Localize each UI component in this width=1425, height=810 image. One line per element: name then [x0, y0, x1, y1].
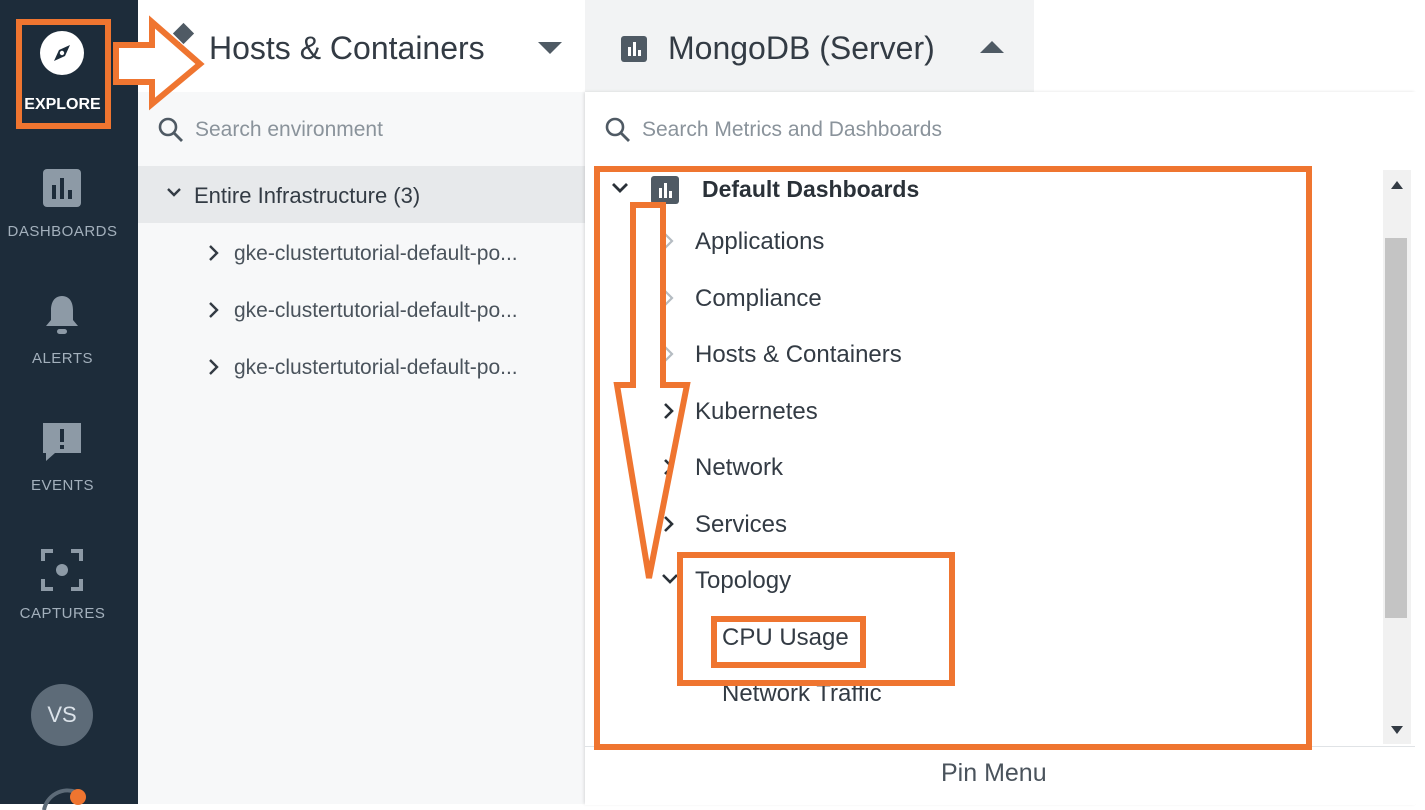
- scope-tab[interactable]: Hosts & Containers: [138, 0, 585, 92]
- menu-item-label: Topology: [695, 567, 792, 594]
- dashboard-chart-icon: [651, 176, 679, 204]
- tree-root-item[interactable]: Entire Infrastructure (3): [138, 166, 585, 223]
- chevron-right-icon[interactable]: [661, 402, 677, 420]
- dashboard-tab-label: MongoDB (Server): [668, 30, 935, 66]
- chevron-right-icon[interactable]: [661, 289, 677, 307]
- chevron-right-icon[interactable]: [661, 232, 677, 250]
- sub-item-label: Network Traffic: [722, 680, 882, 707]
- compass-icon: [40, 31, 84, 75]
- exclamation-message-icon: [43, 423, 81, 461]
- menu-item-services[interactable]: Services: [585, 499, 1285, 555]
- menu-item-applications[interactable]: Applications: [585, 216, 1285, 272]
- menu-item-hosts-containers[interactable]: Hosts & Containers: [585, 329, 1285, 385]
- tree-node[interactable]: gke-clustertutorial-default-po...: [138, 226, 585, 282]
- nav-item-events[interactable]: EVENTS: [0, 419, 138, 529]
- nav-label-events: EVENTS: [30, 477, 94, 494]
- nav-label-alerts: ALERTS: [31, 350, 94, 367]
- tree-node-label: gke-clustertutorial-default-po...: [234, 356, 518, 379]
- scrollbar-thumb[interactable]: [1385, 238, 1407, 618]
- nav-item-dashboards[interactable]: DASHBOARDS: [0, 165, 138, 275]
- chevron-down-icon[interactable]: [166, 184, 182, 200]
- nav-item-captures[interactable]: CAPTURES: [0, 547, 138, 657]
- search-icon: [158, 117, 183, 142]
- menu-item-label: Applications: [695, 228, 825, 255]
- search-icon: [605, 117, 630, 142]
- dashboard-menu-panel: Default Dashboards Applications Complian…: [585, 92, 1415, 805]
- nav-label-dashboards: DASHBOARDS: [7, 223, 118, 240]
- scope-tab-label: Hosts & Containers: [209, 30, 485, 66]
- tree-node[interactable]: gke-clustertutorial-default-po...: [138, 340, 585, 396]
- chevron-down-icon[interactable]: [611, 180, 629, 196]
- environment-tree-panel: Entire Infrastructure (3) gke-clustertut…: [138, 92, 585, 804]
- chevron-right-icon[interactable]: [661, 345, 677, 363]
- group-label: Default Dashboards: [702, 176, 920, 202]
- chevron-right-icon[interactable]: [206, 244, 222, 262]
- tree-node-label: gke-clustertutorial-default-po...: [234, 299, 518, 322]
- chevron-down-icon[interactable]: [661, 571, 679, 587]
- menu-item-label: Services: [695, 511, 788, 538]
- sub-item-network-traffic[interactable]: Network Traffic: [585, 668, 1285, 724]
- nav-item-alerts[interactable]: ALERTS: [0, 292, 138, 402]
- pin-menu-button[interactable]: Pin Menu: [585, 746, 1415, 805]
- scrollbar[interactable]: [1383, 170, 1411, 744]
- metrics-search-input[interactable]: [640, 112, 1364, 148]
- menu-item-label: Hosts & Containers: [695, 341, 902, 368]
- nav-label-captures: CAPTURES: [19, 605, 106, 622]
- chevron-right-icon[interactable]: [206, 301, 222, 319]
- menu-item-topology[interactable]: Topology: [585, 555, 1285, 611]
- panel-edge: [1415, 92, 1425, 804]
- menu-item-label: Compliance: [695, 285, 822, 312]
- caret-up-icon[interactable]: [980, 40, 1004, 54]
- tree-root-label: Entire Infrastructure (3): [194, 183, 421, 208]
- caret-down-icon[interactable]: [538, 42, 562, 56]
- notification-icon[interactable]: [40, 780, 90, 810]
- tree-node-label: gke-clustertutorial-default-po...: [234, 242, 518, 265]
- avatar[interactable]: VS: [31, 684, 93, 746]
- nav-rail: EXPLORE DASHBOARDS ALERTS EVENTS CAPTURE…: [0, 0, 138, 810]
- dashboard-chart-icon: [621, 36, 647, 62]
- chevron-right-icon[interactable]: [661, 515, 677, 533]
- nav-item-explore[interactable]: EXPLORE: [0, 30, 138, 140]
- dashboard-tab[interactable]: MongoDB (Server): [585, 0, 1034, 92]
- environment-search: [138, 92, 585, 166]
- menu-item-network[interactable]: Network: [585, 442, 1285, 498]
- cubes-icon: [160, 22, 195, 64]
- environment-search-input[interactable]: [193, 112, 567, 148]
- nav-label-explore: EXPLORE: [24, 96, 101, 113]
- bell-icon: [46, 296, 78, 334]
- menu-item-compliance[interactable]: Compliance: [585, 273, 1285, 329]
- menu-item-label: Kubernetes: [695, 398, 818, 425]
- scroll-down-arrow-icon[interactable]: [1391, 725, 1403, 735]
- sub-item-cpu-usage[interactable]: CPU Usage: [585, 612, 1285, 668]
- pin-menu-label: Pin Menu: [941, 759, 1047, 787]
- chevron-right-icon[interactable]: [206, 358, 222, 376]
- capture-frame-icon: [41, 549, 83, 591]
- metrics-search: [585, 92, 1415, 166]
- sub-item-label: CPU Usage: [722, 624, 849, 651]
- bar-chart-icon: [43, 169, 81, 207]
- default-dashboards-group[interactable]: Default Dashboards: [611, 170, 1311, 210]
- chevron-right-icon[interactable]: [661, 458, 677, 476]
- top-header: Hosts & Containers MongoDB (Server): [138, 0, 1425, 93]
- scroll-up-arrow-icon[interactable]: [1391, 180, 1403, 190]
- tree-node[interactable]: gke-clustertutorial-default-po...: [138, 283, 585, 339]
- menu-item-label: Network: [695, 454, 784, 481]
- menu-item-kubernetes[interactable]: Kubernetes: [585, 386, 1285, 442]
